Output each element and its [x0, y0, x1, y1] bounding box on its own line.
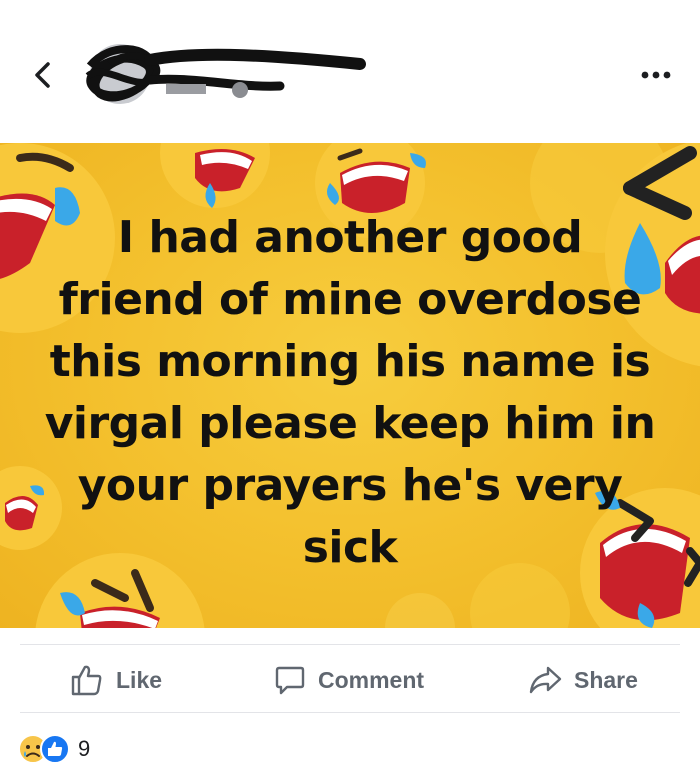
post-text: I had another good friend of mine overdo… [44, 212, 656, 573]
reactions-summary[interactable]: 9 [18, 732, 90, 766]
share-arrow-icon [529, 666, 562, 694]
chevron-left-icon[interactable] [26, 58, 60, 92]
more-options-icon[interactable] [636, 60, 676, 90]
like-reaction-icon [40, 734, 70, 764]
share-label: Share [574, 666, 638, 693]
divider [20, 712, 680, 713]
laughing-emoji-icon [160, 143, 270, 208]
like-button[interactable]: Like [70, 655, 162, 705]
post-header [0, 0, 700, 143]
post-text-background: I had another good friend of mine overdo… [0, 143, 700, 628]
comment-button[interactable]: Comment [274, 655, 424, 705]
divider [20, 644, 680, 645]
thumbs-up-icon [71, 665, 102, 696]
share-button[interactable]: Share [528, 655, 638, 705]
redacted-author-scribble [85, 44, 366, 104]
speech-bubble-icon [275, 666, 305, 695]
like-label: Like [116, 666, 163, 693]
comment-label: Comment [318, 666, 425, 693]
reaction-count: 9 [78, 736, 91, 761]
action-bar: Like Comment Share [20, 655, 680, 705]
